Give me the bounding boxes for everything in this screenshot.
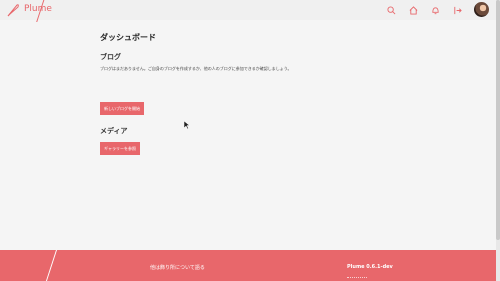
blogs-empty-message: ブログはまだありません。ご自身のブログを作成するか、他の人のブログに参加できるか… [100, 66, 292, 71]
footer-link-list [347, 277, 367, 279]
top-header: Plume [0, 0, 496, 22]
page-scrollbar[interactable] [496, 0, 500, 281]
page-title: ダッシュボード [100, 32, 156, 42]
search-icon[interactable] [386, 5, 396, 15]
browse-gallery-button[interactable]: ギャラリーを参照 [100, 142, 140, 155]
media-heading: メディア [100, 126, 128, 135]
scrollbar-thumb[interactable] [496, 0, 500, 240]
blogs-heading: ブログ [100, 52, 121, 61]
footer-version: Plume 0.6.1-dev [347, 264, 393, 270]
page-footer: 他は飾り所について語る Plume 0.6.1-dev [0, 250, 496, 281]
start-new-blog-button[interactable]: 新しいブログを開始 [100, 102, 144, 115]
footer-divider [44, 250, 57, 281]
bell-icon[interactable] [430, 5, 440, 15]
footer-about-link[interactable]: 他は飾り所について語る [150, 264, 205, 271]
user-avatar[interactable] [474, 2, 489, 17]
home-icon[interactable] [408, 5, 418, 15]
logout-icon[interactable] [452, 5, 462, 15]
plume-logo-icon[interactable] [6, 3, 20, 17]
mouse-cursor-icon [184, 121, 190, 129]
